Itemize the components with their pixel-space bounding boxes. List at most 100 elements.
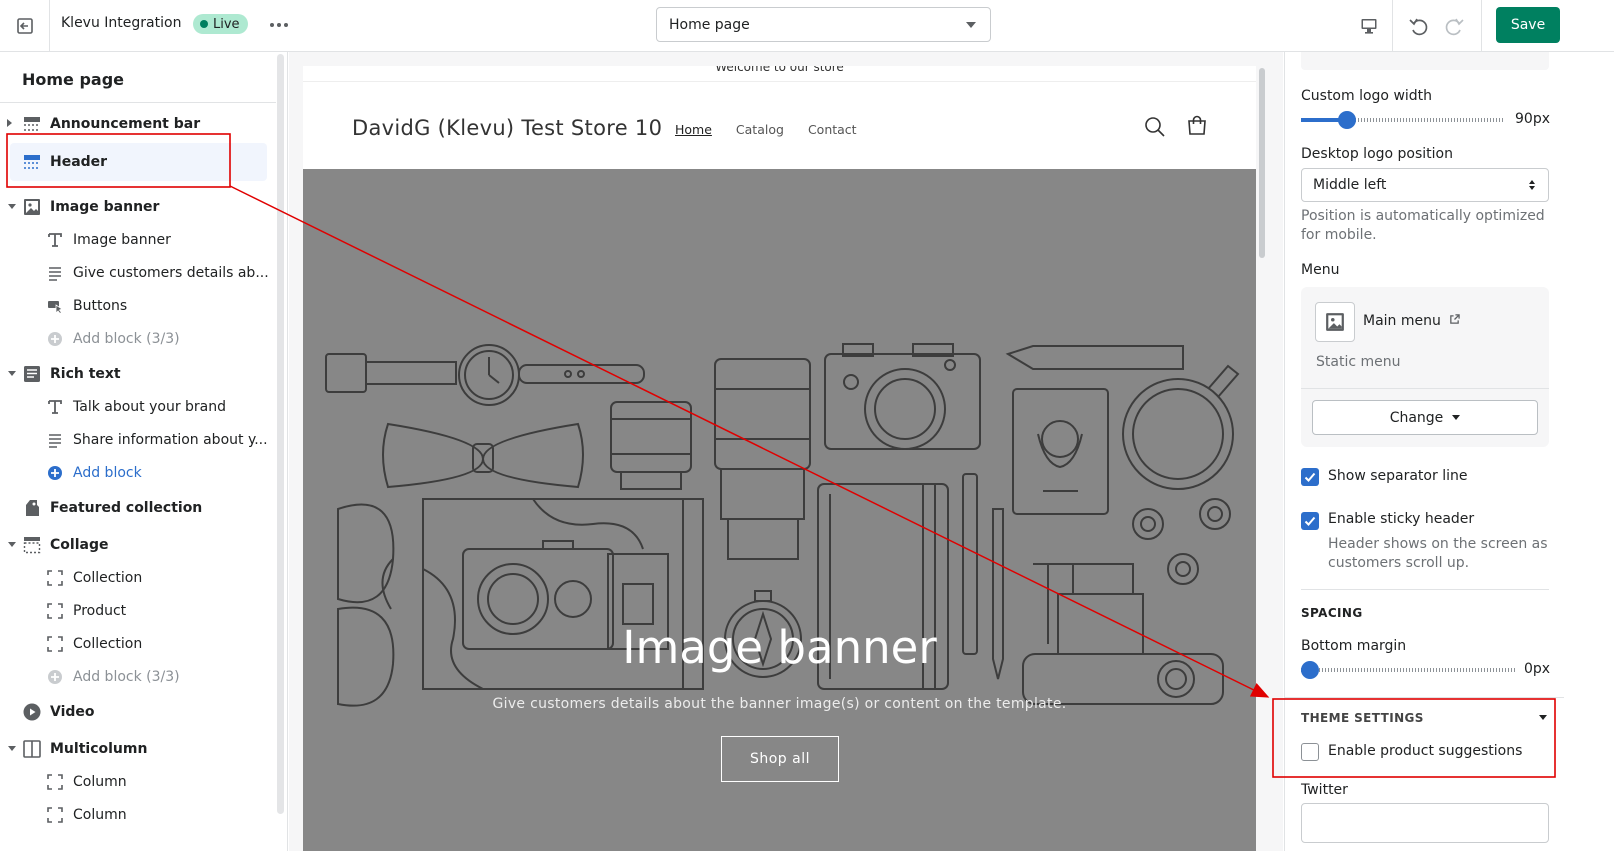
more-actions-button[interactable] xyxy=(266,12,292,38)
block-image-banner-text[interactable]: Give customers details ab... xyxy=(0,256,276,289)
banner-subheading: Give customers details about the banner … xyxy=(492,696,1067,712)
undo-button[interactable] xyxy=(1403,10,1435,42)
exit-button[interactable] xyxy=(0,0,50,52)
theme-settings-heading: THEME SETTINGS xyxy=(1301,711,1424,725)
change-menu-button[interactable]: Change xyxy=(1312,400,1538,435)
section-multicolumn[interactable]: Multicolumn xyxy=(0,732,276,765)
sticky-header-help: Header shows on the screen as customers … xyxy=(1328,535,1548,573)
store-header[interactable]: DavidG (Klevu) Test Store 10 Home Catalo… xyxy=(303,88,1256,168)
logo-position-select[interactable]: Middle left xyxy=(1301,168,1549,202)
sidebar-scrollbar[interactable] xyxy=(277,54,284,814)
dashed-frame-icon xyxy=(45,568,65,588)
slider-track[interactable] xyxy=(1301,668,1515,672)
block-label: Share information about y... xyxy=(73,431,268,448)
logo-width-value: 90px xyxy=(1515,111,1550,127)
dashed-frame-icon xyxy=(45,634,65,654)
dashed-frame-icon xyxy=(45,601,65,621)
add-block-button[interactable]: Add block (3/3) xyxy=(0,322,276,355)
preview-area: Welcome to our store DavidG (Klevu) Test… xyxy=(289,52,1283,851)
block-label: Image banner xyxy=(73,231,171,248)
block-collage-collection[interactable]: Collection xyxy=(0,627,276,660)
slider-thumb[interactable] xyxy=(1301,661,1319,679)
section-image-banner[interactable]: Image banner xyxy=(0,190,276,223)
add-icon xyxy=(45,463,65,483)
caret-down-icon[interactable] xyxy=(8,542,16,547)
sticky-header-checkbox[interactable] xyxy=(1301,512,1319,530)
section-rich-text[interactable]: Rich text xyxy=(0,357,276,390)
add-block-button[interactable]: Add block xyxy=(0,456,276,489)
separator-checkbox[interactable] xyxy=(1301,468,1319,486)
image-banner[interactable]: Image banner Give customers details abou… xyxy=(303,169,1256,851)
section-label: Header xyxy=(50,154,108,170)
desktop-view-button[interactable] xyxy=(1345,0,1393,52)
block-rich-text-text[interactable]: Share information about y... xyxy=(0,423,276,456)
dashed-frame-icon xyxy=(45,805,65,825)
save-button[interactable]: Save xyxy=(1496,7,1560,43)
help-line: Header shows on the screen as xyxy=(1328,536,1548,552)
cart-icon[interactable] xyxy=(1186,115,1208,137)
store-logo-text[interactable]: DavidG (Klevu) Test Store 10 xyxy=(352,116,662,140)
checkmark-icon xyxy=(1304,472,1316,482)
nav-link-home[interactable]: Home xyxy=(675,122,712,137)
bottom-margin-value: 0px xyxy=(1524,661,1551,677)
add-icon xyxy=(45,667,65,687)
add-block-button[interactable]: Add block (3/3) xyxy=(0,660,276,693)
menu-label: Menu xyxy=(1301,262,1340,278)
add-block-label: Add block xyxy=(73,464,142,481)
logo-position-help: Position is automatically optimized for … xyxy=(1301,207,1545,245)
block-collage-collection[interactable]: Collection xyxy=(0,561,276,594)
bottom-margin-label: Bottom margin xyxy=(1301,638,1407,654)
section-label: Image banner xyxy=(50,198,160,215)
section-label: Multicolumn xyxy=(50,740,148,757)
menu-thumbnail xyxy=(1315,302,1355,342)
caret-right-icon[interactable] xyxy=(7,119,12,127)
section-featured-collection[interactable]: Featured collection xyxy=(0,491,276,524)
section-header[interactable]: Header xyxy=(10,143,267,181)
caret-down-icon xyxy=(1452,415,1461,420)
block-image-banner-heading[interactable]: Image banner xyxy=(0,223,276,256)
toolbar-divider xyxy=(1481,0,1482,52)
section-announcement-bar[interactable]: Announcement bar xyxy=(0,107,276,140)
block-image-banner-buttons[interactable]: Buttons xyxy=(0,289,276,322)
text-icon xyxy=(45,230,65,250)
settings-divider xyxy=(1285,697,1564,698)
menu-name-link[interactable]: Main menu xyxy=(1363,313,1461,329)
chevron-down-icon xyxy=(966,22,976,28)
block-multicolumn-column[interactable]: Column xyxy=(0,765,276,798)
redo-button[interactable] xyxy=(1438,10,1470,42)
image-icon xyxy=(1326,313,1344,331)
sections-sidebar: Home page Announcement bar Header Image … xyxy=(0,52,288,851)
nav-link-catalog[interactable]: Catalog xyxy=(736,122,784,137)
preview-scrollbar[interactable] xyxy=(1259,68,1265,258)
section-video[interactable]: Video xyxy=(0,695,276,728)
caret-down-icon[interactable] xyxy=(8,371,16,376)
product-suggestions-label: Enable product suggestions xyxy=(1328,743,1523,759)
logo-preview-box xyxy=(1301,52,1549,70)
twitter-input[interactable] xyxy=(1301,803,1549,843)
caret-down-icon[interactable] xyxy=(8,204,16,209)
block-label: Collection xyxy=(73,569,143,586)
block-label: Column xyxy=(73,773,127,790)
banner-heading: Image banner xyxy=(622,621,937,674)
block-rich-text-heading[interactable]: Talk about your brand xyxy=(0,390,276,423)
section-label: Announcement bar xyxy=(50,115,201,132)
add-block-label: Add block (3/3) xyxy=(73,668,180,685)
shop-all-button[interactable]: Shop all xyxy=(721,736,839,782)
live-dot-icon xyxy=(200,20,208,28)
block-multicolumn-column[interactable]: Column xyxy=(0,798,276,831)
store-nav: Home Catalog Contact xyxy=(675,122,857,137)
caret-down-icon[interactable] xyxy=(8,746,16,751)
caret-down-icon[interactable] xyxy=(1539,715,1547,721)
search-icon[interactable] xyxy=(1144,116,1166,138)
dot-icon xyxy=(284,23,288,27)
sticky-header-label: Enable sticky header xyxy=(1328,511,1475,527)
section-collage[interactable]: Collage xyxy=(0,528,276,561)
page-selector[interactable]: Home page xyxy=(656,7,991,42)
add-icon xyxy=(45,329,65,349)
announcement-bar-text[interactable]: Welcome to our store xyxy=(303,66,1256,82)
product-suggestions-checkbox[interactable] xyxy=(1301,743,1319,761)
nav-link-contact[interactable]: Contact xyxy=(808,122,857,137)
slider-thumb[interactable] xyxy=(1338,111,1356,129)
block-collage-product[interactable]: Product xyxy=(0,594,276,627)
layout-header-icon xyxy=(22,114,42,134)
